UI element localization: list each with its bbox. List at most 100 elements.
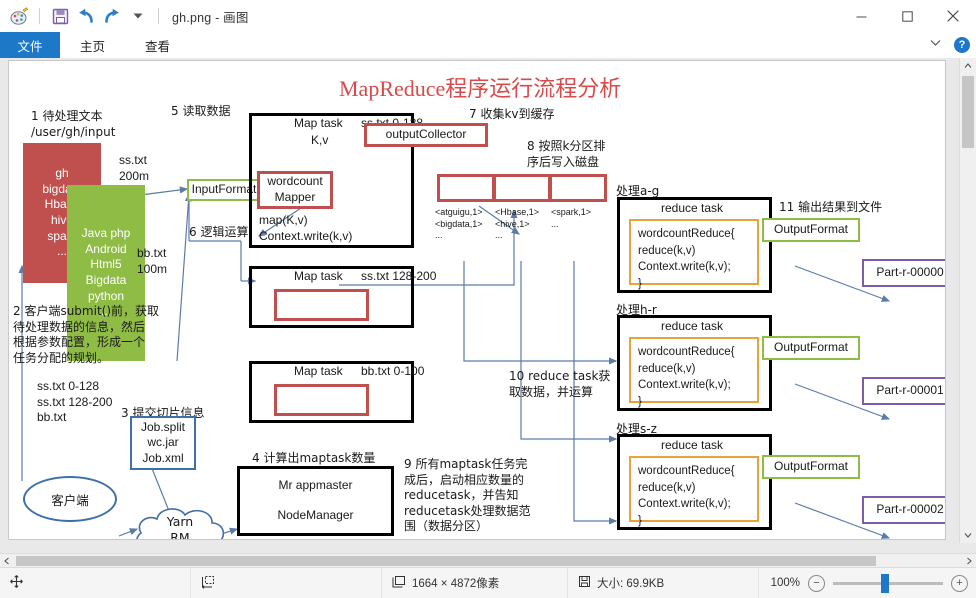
ribbon-bar: 文件 主页 查看 ?	[0, 32, 976, 59]
part-r-00000-box: Part-r-00000	[862, 259, 945, 287]
map-task-2-title: Map task	[294, 269, 343, 283]
part-r-00001-box: Part-r-00001	[862, 377, 945, 405]
vertical-scroll-thumb[interactable]	[962, 76, 974, 148]
file-size-cell: 大小: 69.9KB	[568, 568, 759, 598]
canvas-area[interactable]: MapReduce程序运行流程分析 1 待处理文本 /user/gh/input…	[0, 58, 976, 560]
partition-text-3: <spark,1> ...	[551, 207, 592, 229]
output-collector-box: outputCollector	[364, 123, 488, 147]
undo-icon[interactable]	[75, 5, 97, 27]
step-6-label: 6 逻辑运算	[189, 225, 249, 239]
partition-text-2: <Hbase,1> <hive,1> ...	[495, 207, 540, 241]
partition-cell-1	[437, 174, 495, 202]
toolbar-divider-2	[158, 8, 159, 24]
reduce-3-output-format: OutputFormat	[762, 455, 860, 479]
map-task-2-inner	[274, 289, 369, 321]
zoom-in-button[interactable]: +	[951, 574, 968, 592]
horizontal-scrollbar[interactable]	[0, 553, 976, 568]
mapper-box: wordcount Mapper	[257, 171, 333, 209]
reduce-2-code: wordcountReduce{ reduce(k,v) Context.wri…	[629, 337, 759, 408]
image-canvas[interactable]: MapReduce程序运行流程分析 1 待处理文本 /user/gh/input…	[8, 60, 946, 540]
reduce-1-output-format: OutputFormat	[762, 218, 860, 242]
minimize-button[interactable]	[838, 0, 884, 32]
window-title: gh.png - 画图	[172, 10, 249, 25]
save-icon[interactable]	[49, 5, 71, 27]
step-7-label: 7 收集kv到缓存	[469, 107, 555, 121]
map-task-2-range: ss.txt 128-200	[361, 269, 437, 283]
yarn-cloud: Yarn RM	[127, 501, 233, 540]
map-code-label: map(K,v) Context.write(k,v)	[259, 213, 353, 243]
vertical-scrollbar[interactable]	[959, 58, 976, 543]
reduce-task-3-title: reduce task	[661, 438, 724, 452]
tab-file[interactable]: 文件	[0, 32, 60, 58]
diagram-title: MapReduce程序运行流程分析	[339, 76, 622, 101]
image-size-icon	[392, 575, 406, 592]
image-dimensions-cell: 1664 × 4872像素	[382, 568, 568, 598]
ribbon-right-controls: ?	[929, 32, 970, 58]
bb-file-label: bb.txt 100m	[137, 246, 168, 276]
close-button[interactable]	[930, 0, 976, 32]
reduce-2-output-format: OutputFormat	[762, 336, 860, 360]
split-plan-label: ss.txt 0-128 ss.txt 128-200 bb.txt	[37, 379, 113, 425]
selection-size-cell	[191, 568, 382, 598]
partition-cell-2	[493, 174, 551, 202]
window-controls	[838, 0, 976, 32]
title-bar: gh.png - 画图	[0, 0, 976, 33]
cursor-position-cell	[0, 568, 191, 598]
file-size-text: 大小: 69.9KB	[597, 578, 665, 590]
scroll-up-icon[interactable]	[960, 58, 976, 74]
customize-chevron-icon[interactable]	[127, 5, 149, 27]
step-8-label: 8 按照k分区排 序后写入磁盘	[527, 139, 606, 169]
step-2-label: 2 客户端submit()前，获取 待处理数据的信息，然后 根据参数配置，形成一…	[13, 304, 160, 365]
step-5-label: 5 读取数据	[171, 104, 231, 118]
scroll-down-icon[interactable]	[960, 527, 976, 543]
nodemanager-label: NodeManager	[277, 508, 354, 522]
help-icon[interactable]: ?	[954, 37, 970, 53]
reduce-1-code: wordcountReduce{ reduce(k,v) Context.wri…	[629, 219, 759, 290]
partition-text-1: <atguigu,1> <bigdata,1> ...	[435, 207, 483, 241]
client-node: 客户端	[23, 476, 117, 522]
redo-icon[interactable]	[101, 5, 123, 27]
maximize-button[interactable]	[884, 0, 930, 32]
yarn-label: Yarn RM	[166, 514, 194, 540]
selection-size-icon	[201, 575, 215, 592]
appmaster-box: Mr appmaster NodeManager	[237, 466, 394, 536]
horizontal-scroll-thumb[interactable]	[16, 556, 876, 566]
reduce-task-2-title: reduce task	[661, 319, 724, 333]
map-task-3-inner	[274, 384, 369, 416]
job-submit-box: Job.split wc.jar Job.xml	[130, 416, 196, 470]
map-task-1-title: Map task	[294, 116, 343, 130]
step-1-label: 1 待处理文本 /user/gh/input	[31, 109, 116, 139]
step-11-label: 11 输出结果到文件	[779, 200, 883, 214]
step-9-label: 9 所有maptask任务完 成后，启动相应数量的 reducetask，并告知…	[404, 457, 531, 534]
appmaster-label: Mr appmaster	[278, 478, 353, 493]
cursor-position-icon	[10, 575, 23, 591]
image-dimensions-text: 1664 × 4872像素	[412, 578, 500, 590]
part-r-00002-box: Part-r-00002	[862, 496, 945, 524]
tab-view[interactable]: 查看	[125, 32, 190, 58]
zoom-slider-track[interactable]	[833, 573, 943, 593]
map-task-3-title: Map task	[294, 364, 343, 378]
kv-label: K,v	[311, 133, 329, 147]
scroll-left-icon[interactable]	[0, 554, 14, 568]
file-size-icon	[578, 575, 591, 591]
step-10-label: 10 reduce task获 取数据，并运算	[509, 369, 611, 399]
zoom-slider-thumb[interactable]	[881, 573, 889, 593]
reduce-task-1-title: reduce task	[661, 201, 724, 215]
mapreduce-diagram: MapReduce程序运行流程分析 1 待处理文本 /user/gh/input…	[9, 61, 945, 539]
map-task-3-range: bb.txt 0-100	[361, 364, 425, 378]
tab-home[interactable]: 主页	[60, 32, 125, 58]
zoom-out-button[interactable]: −	[808, 574, 825, 592]
step-4-label: 4 计算出maptask数量	[252, 451, 376, 465]
zoom-controls: 100% − +	[770, 573, 968, 593]
partition-cell-3	[549, 174, 607, 202]
quick-access-toolbar	[0, 0, 164, 32]
ss-file-label: ss.txt 200m	[119, 153, 150, 183]
zoom-level-text: 100%	[770, 577, 800, 589]
reduce-3-code: wordcountReduce{ reduce(k,v) Context.wri…	[629, 456, 759, 527]
toolbar-divider	[39, 8, 40, 24]
scroll-right-icon[interactable]	[962, 554, 976, 568]
paint-palette-icon[interactable]	[8, 5, 30, 27]
ribbon-tabs: 文件 主页 查看	[0, 32, 976, 58]
chevron-down-icon[interactable]	[929, 36, 942, 54]
status-bar: 1664 × 4872像素 大小: 69.9KB 100% − +	[0, 567, 976, 598]
